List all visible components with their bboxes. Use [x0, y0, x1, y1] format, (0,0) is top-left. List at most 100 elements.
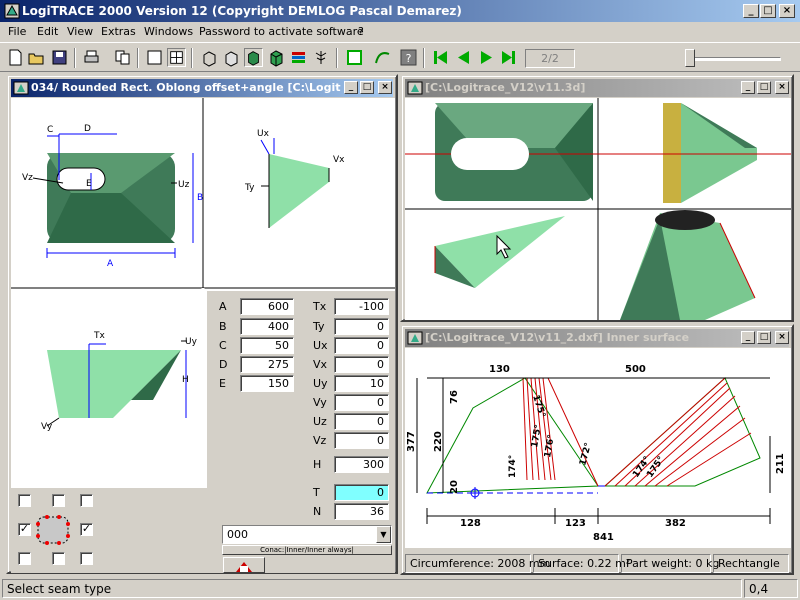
prev-page-icon[interactable] [454, 48, 473, 67]
page-indicator: 2/2 [525, 49, 575, 68]
seam-checkbox-bottom-center[interactable] [52, 552, 65, 565]
save-icon[interactable] [50, 48, 69, 67]
editor-close-button[interactable]: × [378, 81, 392, 94]
minimize-button[interactable]: _ [743, 4, 759, 18]
seam-checkbox-middle-left[interactable]: ✓ [18, 523, 31, 536]
close-button[interactable]: × [779, 4, 795, 18]
dxf-maximize-button[interactable]: □ [757, 331, 771, 344]
seam-checkbox-top-center[interactable] [52, 494, 65, 507]
param-vz-input[interactable]: 0 [334, 432, 389, 449]
param-ux-input[interactable]: 0 [334, 337, 389, 354]
status-value: 0,4 [744, 579, 798, 598]
seam-checkbox-top-right[interactable] [80, 494, 93, 507]
first-page-icon[interactable] [431, 48, 450, 67]
seam-checkbox-bottom-left[interactable] [18, 552, 31, 565]
view3d-window-title-bar[interactable]: [C:\Logitrace_V12\v11.3d] _ □ × [405, 79, 789, 97]
surface-info: Surface: 0.22 m² [533, 554, 630, 573]
seam-checkbox-top-left[interactable] [18, 494, 31, 507]
slider-thumb[interactable] [685, 49, 695, 67]
param-e-input[interactable]: 150 [240, 375, 294, 392]
dim-label-a: A [107, 259, 114, 269]
param-tx-input[interactable]: -100 [334, 298, 389, 315]
param-label-ty: Ty [313, 320, 325, 333]
chevron-down-icon[interactable]: ▼ [376, 526, 391, 543]
param-h-input[interactable]: 300 [334, 456, 389, 473]
dim-label-right: 211 [775, 453, 786, 474]
dim-label-e: E [86, 179, 92, 189]
maximize-button[interactable]: □ [760, 4, 776, 18]
wireframe-cube-icon[interactable] [200, 48, 219, 67]
param-n-input[interactable]: 36 [334, 503, 389, 520]
seam-type-select[interactable]: 000 ▼ [222, 525, 392, 544]
dim-label-ux: Ux [257, 129, 270, 139]
toolbar-separator [74, 48, 76, 68]
front-face-left [47, 350, 89, 418]
color-layers-icon[interactable] [289, 48, 308, 67]
view3d-maximize-button[interactable]: □ [757, 81, 771, 94]
hidden-line-cube-icon[interactable] [222, 48, 241, 67]
editor-maximize-button[interactable]: □ [360, 81, 374, 94]
seam-controls-area: T 0 N 36 ✓ ✓ 000 ▼ Conac:|Inner/Inner al… [11, 484, 395, 573]
param-d-input[interactable]: 275 [240, 356, 294, 373]
view3d-minimize-button[interactable]: _ [741, 81, 755, 94]
dxf-canvas[interactable]: 130 500 377 220 76 20 211 128 123 382 84… [405, 348, 791, 548]
dim-label-bottom-3: 382 [665, 518, 686, 529]
dim-label-left-bottom: 20 [449, 480, 460, 494]
copy-icon[interactable] [113, 48, 132, 67]
param-b-input[interactable]: 400 [240, 318, 294, 335]
shaded-edges-cube-icon[interactable] [267, 48, 286, 67]
seam-tool-button[interactable] [223, 557, 265, 573]
param-uy-input[interactable]: 10 [334, 375, 389, 392]
dim-label-uz: Uz [178, 180, 190, 190]
dxf-minimize-button[interactable]: _ [741, 331, 755, 344]
last-page-icon[interactable] [499, 48, 518, 67]
single-view-icon[interactable] [145, 48, 164, 67]
param-uz-input[interactable]: 0 [334, 413, 389, 430]
new-file-icon[interactable] [6, 48, 25, 67]
dim-label-vy: Vy [41, 422, 53, 432]
menu-edit[interactable]: Edit [37, 25, 58, 38]
print-icon[interactable] [82, 48, 101, 67]
dxf-close-button[interactable]: × [775, 331, 789, 344]
editor-window-title-bar[interactable]: 034/ Rounded Rect. Oblong offset+angle [… [11, 79, 393, 97]
param-vx-input[interactable]: 0 [334, 356, 389, 373]
menu-extras[interactable]: Extras [101, 25, 136, 38]
view3d-close-button[interactable]: × [775, 81, 789, 94]
side-view: Ux Ty Vx [244, 129, 345, 228]
menu-help[interactable]: ? [358, 25, 364, 38]
info-icon[interactable]: ? [399, 48, 418, 67]
curve-icon[interactable] [373, 48, 392, 67]
editor-minimize-button[interactable]: _ [344, 81, 358, 94]
menu-view[interactable]: View [67, 25, 93, 38]
param-ty-input[interactable]: 0 [334, 318, 389, 335]
app-title-bar[interactable]: LogiTRACE 2000 Version 12 (Copyright DEM… [0, 0, 800, 22]
seam-apply-button[interactable]: Conac:|Inner/Inner always| [222, 545, 392, 555]
open-folder-icon[interactable] [27, 48, 46, 67]
front-face-right [89, 350, 181, 418]
param-a-input[interactable]: 600 [240, 298, 294, 315]
param-c-input[interactable]: 50 [240, 337, 294, 354]
menu-password[interactable]: Password to activate software [199, 25, 364, 38]
param-t-input[interactable]: 0 [334, 484, 389, 501]
dxf-window-title-bar[interactable]: [C:\Logitrace_V12\v11_2.dxf] Inner surfa… [405, 329, 789, 347]
param-vy-input[interactable]: 0 [334, 394, 389, 411]
param-label-vz: Vz [313, 434, 327, 447]
toolbar-separator [336, 48, 338, 68]
svg-text:?: ? [406, 52, 412, 65]
seam-checkbox-bottom-right[interactable] [80, 552, 93, 565]
quad-view-icon[interactable] [167, 48, 186, 67]
menu-windows[interactable]: Windows [144, 25, 193, 38]
toolbar-separator [137, 48, 139, 68]
angle-label-a: 174° [508, 455, 518, 478]
view3d-canvas[interactable] [405, 98, 791, 320]
param-label-t: T [313, 486, 320, 499]
tree-icon[interactable] [312, 48, 331, 67]
shaded-cube-icon[interactable] [244, 48, 263, 67]
next-page-icon[interactable] [477, 48, 496, 67]
menu-file[interactable]: File [8, 25, 26, 38]
seam-checkbox-middle-right[interactable]: ✓ [80, 523, 93, 536]
unfold-icon[interactable] [345, 48, 364, 67]
dxf-window-title: [C:\Logitrace_V12\v11_2.dxf] Inner surfa… [425, 331, 690, 344]
view3d-window: [C:\Logitrace_V12\v11.3d] _ □ × [400, 74, 794, 322]
zoom-slider[interactable] [683, 49, 783, 67]
